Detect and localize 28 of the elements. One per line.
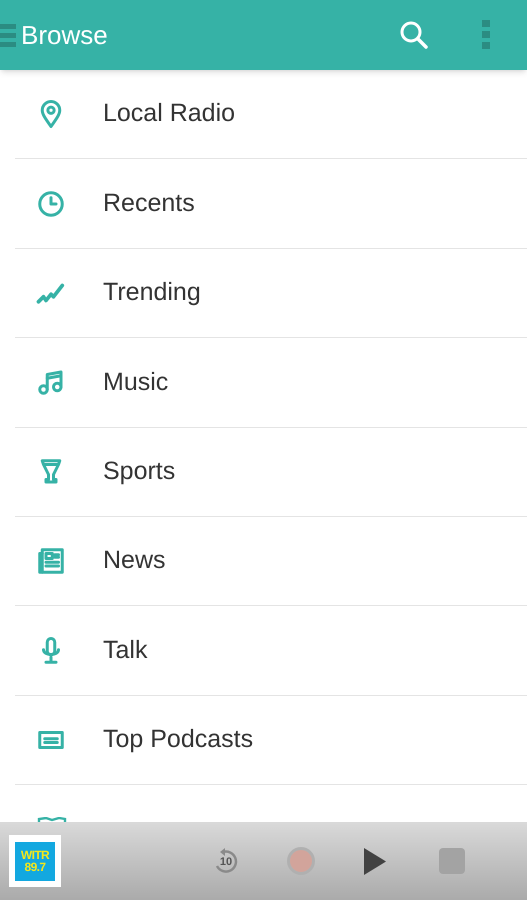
category-label: Recents xyxy=(103,188,195,219)
logo-text: WITR xyxy=(20,849,50,861)
screen-title: Browse xyxy=(21,18,108,52)
newspaper-icon xyxy=(36,546,66,576)
category-label: Trending xyxy=(103,277,201,308)
rewind-button[interactable]: 10 xyxy=(211,846,241,876)
search-icon[interactable] xyxy=(398,19,430,51)
category-label: Music xyxy=(103,366,168,398)
category-item[interactable]: Music xyxy=(15,338,527,428)
logo-text: 89.7 xyxy=(24,861,46,873)
record-button[interactable] xyxy=(287,847,315,875)
stop-button[interactable] xyxy=(439,848,465,874)
category-label: News xyxy=(103,545,166,576)
category-label: Local Radio xyxy=(103,98,236,130)
category-item[interactable]: Trending xyxy=(15,248,527,338)
category-label: Sports xyxy=(103,456,176,487)
category-item[interactable]: News xyxy=(15,516,527,606)
category-label: Top Podcasts xyxy=(103,724,254,756)
category-item[interactable]: Recents xyxy=(15,159,527,249)
menu-icon[interactable] xyxy=(0,22,16,48)
category-item[interactable]: Sports xyxy=(15,428,527,517)
play-button[interactable] xyxy=(363,846,387,876)
category-item[interactable]: Local Radio xyxy=(15,70,527,160)
category-item[interactable]: Top Podcasts xyxy=(15,696,527,786)
more-options-icon[interactable] xyxy=(482,20,490,50)
category-item[interactable]: Talk xyxy=(15,606,527,696)
category-label: Talk xyxy=(103,634,148,666)
clock-icon xyxy=(36,188,66,219)
